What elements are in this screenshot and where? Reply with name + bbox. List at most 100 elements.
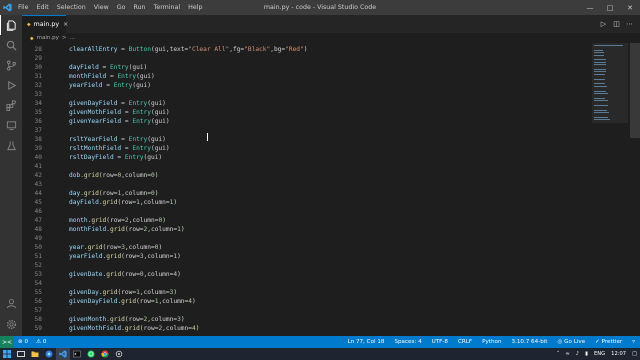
code-line[interactable]: 35 givenMothField = Entry(gui) — [22, 108, 582, 117]
code-line[interactable]: 49 — [22, 234, 582, 243]
code-line[interactable]: 57 — [22, 306, 582, 315]
code-line[interactable]: 45 dayField.grid(row=1,column=1) — [22, 198, 582, 207]
task-view-icon[interactable] — [14, 348, 28, 360]
testing-icon[interactable] — [0, 135, 22, 155]
volume-icon[interactable]: ♪ — [573, 351, 582, 357]
minimap[interactable] — [592, 43, 628, 123]
whatsapp-icon[interactable] — [84, 348, 98, 360]
code-line[interactable]: 58 givenMonth.grid(row=2,column=3) — [22, 315, 582, 324]
menu-item-edit[interactable]: Edit — [33, 0, 53, 15]
code-line[interactable]: 30 dayField = Entry(gui) — [22, 63, 582, 72]
indentation[interactable]: Spaces: 4 — [389, 339, 426, 345]
code-line[interactable]: 38 rsltYearField = Entry(gui) — [22, 135, 582, 144]
scrollbar-thumb[interactable] — [630, 43, 640, 138]
code-line[interactable]: 46 — [22, 207, 582, 216]
code-line[interactable]: 56 givenDayField.grid(row=1,column=4) — [22, 297, 582, 306]
code-line[interactable]: 34 givenDayField = Entry(gui) — [22, 99, 582, 108]
menu-item-view[interactable]: View — [90, 0, 113, 15]
code-line[interactable]: 42 dob.grid(row=0,column=0) — [22, 171, 582, 180]
prettier-status[interactable]: ✓ Prettier — [590, 339, 627, 345]
tab-close-icon[interactable]: × — [63, 21, 68, 28]
code-line[interactable]: 59 givenMothField.grid(row=2,column=4) — [22, 324, 582, 333]
run-debug-icon[interactable] — [0, 75, 22, 95]
close-window-button[interactable]: ✕ — [620, 0, 640, 15]
language-mode[interactable]: Python — [477, 339, 506, 345]
code-line[interactable]: 50 year.grid(row=3,column=0) — [22, 243, 582, 252]
explorer-icon[interactable] — [0, 15, 22, 35]
tab-main-py[interactable]: ◆ main.py × — [22, 15, 68, 33]
code-token: (row= — [136, 298, 155, 305]
code-line[interactable]: 29 — [22, 54, 582, 63]
notifications-bell-icon[interactable]: ▿ — [627, 339, 640, 345]
remote-explorer-icon[interactable] — [0, 115, 22, 135]
encoding[interactable]: UTF-8 — [427, 339, 453, 345]
more-actions-icon[interactable]: ⋯ — [623, 20, 636, 28]
settings-gear-icon[interactable] — [0, 314, 22, 334]
system-tray: ˄ ≈ ♪ ▮ ENG IN 12:07 □ — [554, 348, 640, 360]
code-line[interactable]: 48 monthField.grid(row=2,column=1) — [22, 225, 582, 234]
battery-icon[interactable]: ▮ — [582, 351, 591, 357]
source-control-icon[interactable] — [0, 55, 22, 75]
code-token: ) — [180, 316, 185, 323]
code-token: ,column= — [124, 244, 155, 251]
file-explorer-icon[interactable] — [28, 348, 42, 360]
code-line[interactable]: 32 yearField = Entry(gui) — [22, 81, 582, 90]
vertical-scrollbar[interactable] — [630, 43, 640, 336]
menu-item-run[interactable]: Run — [129, 0, 149, 15]
search-icon[interactable] — [0, 35, 22, 55]
app-settings-icon[interactable] — [112, 348, 126, 360]
python-interpreter[interactable]: 3.10.7 64-bit — [506, 339, 552, 345]
code-editor[interactable]: 28 clearAllEntry = Button(gui,text="Clear… — [22, 43, 640, 336]
clock[interactable]: 12:07 — [608, 351, 629, 357]
chrome-icon[interactable] — [98, 348, 112, 360]
code-line[interactable]: 51 yearField.grid(row=3,column=1) — [22, 252, 582, 261]
menu-item-selection[interactable]: Selection — [53, 0, 90, 15]
breadcrumb-file[interactable]: main.py — [37, 35, 59, 41]
code-line[interactable]: 43 — [22, 180, 582, 189]
menu-item-go[interactable]: Go — [113, 0, 130, 15]
code-line[interactable]: 37 — [22, 126, 582, 135]
browser-icon[interactable] — [42, 348, 56, 360]
line-ending[interactable]: CRLF — [453, 339, 477, 345]
code-line[interactable]: 44 day.grid(row=1,column=0) — [22, 189, 582, 198]
input-language[interactable]: ENG IN — [591, 351, 608, 357]
code-line[interactable]: 55 givenDay.grid(row=1,column=3) — [22, 288, 582, 297]
extensions-icon[interactable] — [0, 95, 22, 115]
code-line[interactable]: 33 — [22, 90, 582, 99]
vscode-taskbar-icon[interactable] — [56, 348, 70, 360]
account-icon[interactable] — [0, 293, 22, 313]
minimize-button[interactable]: — — [580, 0, 600, 15]
wifi-icon[interactable]: ≈ — [562, 351, 572, 357]
menu-item-help[interactable]: Help — [184, 0, 206, 15]
split-editor-icon[interactable]: ◫ — [610, 20, 623, 28]
code-line[interactable]: 39 rsltMonthField = Entry(gui) — [22, 144, 582, 153]
vscode-logo-icon — [0, 0, 14, 15]
problems-errors[interactable]: ⊗ 0 — [18, 339, 28, 345]
code-line[interactable]: 53 givenDate.grid(row=0,column=4) — [22, 270, 582, 279]
cursor-position[interactable]: Ln 77, Col 18 — [343, 339, 390, 345]
maximize-button[interactable]: □ — [600, 0, 620, 15]
notification-center-icon[interactable]: □ — [629, 351, 640, 357]
menu-item-terminal[interactable]: Terminal — [150, 0, 185, 15]
code-line[interactable]: 31 monthField = Entry(gui) — [22, 72, 582, 81]
code-line[interactable]: 52 — [22, 261, 582, 270]
problems-warnings[interactable]: ⚠ 0 — [36, 339, 46, 345]
remote-indicator[interactable]: >< — [0, 336, 14, 348]
code-line[interactable]: 54 — [22, 279, 582, 288]
code-line[interactable]: 41 — [22, 162, 582, 171]
start-windows-icon[interactable] — [0, 348, 14, 360]
run-python-file-icon[interactable]: ▷ — [597, 20, 610, 28]
breadcrumb-symbol[interactable]: ... — [69, 35, 74, 41]
terminal-icon[interactable] — [70, 348, 84, 360]
line-number: 40 — [34, 154, 42, 161]
menu-item-file[interactable]: File — [14, 0, 33, 15]
code-text: day.grid(row=1,column=0) — [69, 189, 158, 198]
code-line[interactable]: 28 clearAllEntry = Button(gui,text="Clear… — [22, 45, 582, 54]
tray-chevron-up-icon[interactable]: ˄ — [554, 351, 563, 357]
code-line[interactable]: 40 rsltDayField = Entry(gui) — [22, 153, 582, 162]
code-token: Entry — [124, 154, 144, 161]
code-line[interactable]: 36 givenYearField = Entry(gui) — [22, 117, 582, 126]
code-line[interactable]: 47 month.grid(row=2,column=0) — [22, 216, 582, 225]
go-live-button[interactable]: ◎ Go Live — [553, 339, 591, 345]
code-token: Entry — [128, 100, 148, 107]
